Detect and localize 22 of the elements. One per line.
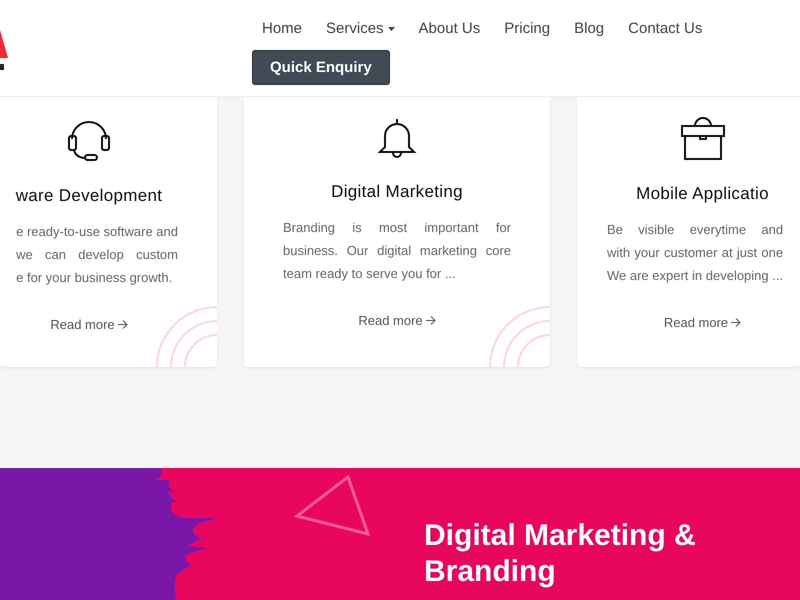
card-title: Digital Marketing — [331, 182, 463, 202]
card-description: Be visible everytime and with your customer at just one We are expert in developing ... — [607, 221, 784, 285]
card-description: Branding is most important for business. Our digital marketing core team ready to serve you for ... — [283, 219, 511, 283]
read-more-link[interactable]: Read more — [50, 317, 128, 332]
arrow-right-icon — [731, 318, 742, 327]
nav-link[interactable]: Contact Us — [616, 18, 714, 39]
quick-enquiry-button[interactable]: Quick Enquiry — [252, 50, 390, 85]
read-more-link[interactable]: Read more — [358, 313, 436, 328]
nav-link[interactable]: Services — [314, 18, 407, 39]
read-more-link[interactable]: Read more — [664, 315, 742, 330]
nav-link[interactable]: Home — [250, 18, 314, 39]
bell-icon — [377, 117, 417, 159]
card-title: ware Development — [16, 186, 162, 206]
card-description: e ready-to-use software and we can develop custom e for your business growth. — [16, 223, 178, 287]
card-title: Mobile Applicatio — [636, 184, 769, 204]
briefcase-icon — [680, 117, 726, 161]
nav-link[interactable]: Blog — [562, 18, 616, 39]
arrow-right-icon — [118, 320, 128, 329]
arrow-right-icon — [426, 316, 436, 325]
nav-link[interactable]: Pricing — [492, 18, 562, 39]
banner-heading: Digital Marketing & Branding — [424, 518, 697, 590]
nav-link[interactable]: About Us — [406, 18, 492, 39]
